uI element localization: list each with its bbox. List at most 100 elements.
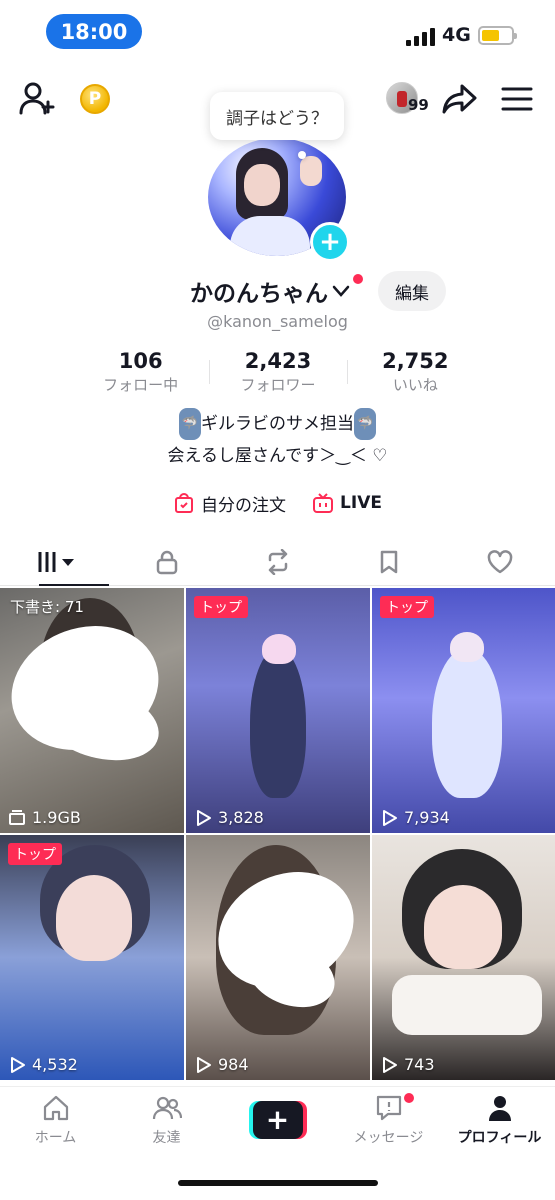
video-meta: 3,828 bbox=[194, 808, 264, 827]
my-orders-label: 自分の注文 bbox=[201, 495, 287, 516]
live-tv-icon bbox=[313, 493, 334, 513]
profile-icon bbox=[488, 1095, 511, 1121]
video-thumbnail-drafts[interactable]: 下書き: 71 1.9GB bbox=[0, 588, 184, 833]
home-indicator bbox=[178, 1180, 378, 1186]
folder-icon bbox=[9, 809, 25, 825]
tab-videos[interactable] bbox=[0, 538, 111, 586]
bubble-tail bbox=[298, 151, 306, 159]
stat-followers[interactable]: 2,423 フォロワー bbox=[209, 348, 346, 400]
drafts-label: 下書き: 71 bbox=[10, 598, 84, 616]
video-thumbnail[interactable]: 743 bbox=[372, 835, 555, 1080]
status-bar: 18:00 4G bbox=[0, 0, 555, 64]
signal-icon bbox=[406, 26, 436, 46]
profile-handle: @kanon_samelog bbox=[207, 312, 348, 331]
profile-tabs bbox=[0, 538, 555, 586]
tab-favorites[interactable] bbox=[333, 538, 444, 585]
add-avatar-plus-icon[interactable]: + bbox=[310, 222, 350, 262]
shopping-bag-icon bbox=[175, 493, 194, 513]
plus-icon: + bbox=[252, 1100, 303, 1139]
lock-icon bbox=[156, 550, 177, 574]
stat-likes-value: 2,752 bbox=[382, 349, 449, 373]
nav-profile-label: プロフィール bbox=[457, 1129, 542, 1146]
stat-following-label: フォロー中 bbox=[103, 376, 179, 394]
profile-bio: 🦈 ギルラビのサメ担当 🦈 会えるし屋さんです＞‿＜ ♡ bbox=[0, 408, 555, 472]
nav-friends-label: 友達 bbox=[152, 1129, 181, 1146]
tab-private[interactable] bbox=[111, 538, 222, 585]
edit-profile-button[interactable]: 編集 bbox=[378, 271, 446, 311]
status-bubble[interactable]: 調子はどう？ bbox=[210, 92, 344, 140]
play-icon bbox=[11, 1056, 25, 1073]
profile-links: 自分の注文 LIVE bbox=[0, 488, 555, 518]
share-icon[interactable] bbox=[442, 82, 478, 116]
live-link[interactable]: LIVE bbox=[312, 488, 382, 518]
stat-following[interactable]: 106 フォロー中 bbox=[72, 348, 209, 400]
drafts-size: 1.9GB bbox=[32, 808, 81, 827]
play-icon bbox=[383, 809, 397, 826]
grid-icon bbox=[38, 551, 74, 572]
nav-inbox-label: メッセージ bbox=[353, 1129, 424, 1146]
play-icon bbox=[197, 1056, 211, 1073]
bookmark-icon bbox=[380, 550, 397, 573]
play-icon bbox=[197, 809, 211, 826]
video-grid: 下書き: 71 1.9GB トップ 3,828 トップ 7,934 トップ 4,… bbox=[0, 588, 555, 1080]
repost-icon bbox=[268, 548, 287, 575]
menu-icon[interactable] bbox=[501, 86, 533, 112]
bio-line-1-text: ギルラビのサメ担当 bbox=[201, 414, 354, 434]
nav-profile[interactable]: プロフィール bbox=[444, 1087, 555, 1152]
view-count: 7,934 bbox=[404, 808, 450, 827]
video-meta: 1.9GB bbox=[8, 808, 81, 827]
stat-followers-value: 2,423 bbox=[244, 349, 312, 373]
video-meta: 4,532 bbox=[8, 1055, 78, 1074]
nav-friends[interactable]: 友達 bbox=[111, 1087, 222, 1152]
view-count: 3,828 bbox=[218, 808, 264, 827]
coin-icon[interactable]: P bbox=[80, 84, 110, 114]
video-thumbnail[interactable]: トップ 7,934 bbox=[372, 588, 555, 833]
pinned-badge: トップ bbox=[380, 596, 434, 618]
my-orders-link[interactable]: 自分の注文 bbox=[173, 488, 286, 518]
stat-followers-label: フォロワー bbox=[240, 376, 316, 394]
pinned-badge: トップ bbox=[8, 843, 62, 865]
bio-line-2: 会えるし屋さんです＞‿＜ ♡ bbox=[167, 446, 388, 466]
bio-line-1: 🦈 ギルラビのサメ担当 🦈 bbox=[0, 408, 555, 440]
home-icon bbox=[43, 1095, 68, 1120]
nav-home[interactable]: ホーム bbox=[0, 1087, 111, 1152]
stat-likes-label: いいね bbox=[392, 376, 438, 394]
video-thumbnail[interactable]: 984 bbox=[186, 835, 370, 1080]
nav-inbox[interactable]: メッセージ bbox=[333, 1087, 444, 1152]
message-icon bbox=[376, 1095, 401, 1120]
video-thumbnail[interactable]: トップ 4,532 bbox=[0, 835, 184, 1080]
battery-icon bbox=[478, 26, 517, 45]
friends-icon bbox=[152, 1096, 182, 1119]
status-time: 18:00 bbox=[46, 14, 142, 49]
inbox-badge bbox=[404, 1093, 415, 1103]
add-friend-icon[interactable] bbox=[18, 80, 56, 118]
nav-home-label: ホーム bbox=[34, 1129, 77, 1146]
video-meta: 7,934 bbox=[380, 808, 450, 827]
live-label: LIVE bbox=[340, 493, 382, 513]
tab-reposts[interactable] bbox=[222, 538, 333, 585]
shark-icon: 🦈 bbox=[178, 408, 201, 440]
bottom-nav: ホーム 友達 + メッセージ プロフィール bbox=[0, 1086, 555, 1152]
view-count: 743 bbox=[404, 1055, 435, 1074]
network-type: 4G bbox=[442, 24, 471, 46]
profile-visitor-count: 99 bbox=[408, 96, 429, 114]
shark-icon: 🦈 bbox=[354, 408, 377, 440]
stat-likes[interactable]: 2,752 いいね bbox=[346, 348, 484, 400]
play-icon bbox=[383, 1056, 397, 1073]
video-meta: 984 bbox=[194, 1055, 249, 1074]
view-count: 984 bbox=[218, 1055, 249, 1074]
heart-icon bbox=[487, 549, 512, 573]
stat-following-value: 106 bbox=[118, 349, 163, 373]
nav-create[interactable]: + bbox=[222, 1087, 333, 1152]
view-count: 4,532 bbox=[32, 1055, 78, 1074]
pinned-badge: トップ bbox=[194, 596, 248, 618]
notification-dot bbox=[353, 274, 363, 284]
tab-liked[interactable] bbox=[444, 538, 555, 585]
create-button[interactable]: + bbox=[248, 1100, 307, 1139]
profile-name: かのんちゃん bbox=[190, 281, 328, 307]
profile-stats: 106 フォロー中 2,423 フォロワー 2,752 いいね bbox=[72, 348, 484, 400]
chevron-down-icon bbox=[332, 285, 350, 297]
profile-name-row[interactable]: かのんちゃん bbox=[190, 272, 350, 310]
video-meta: 743 bbox=[380, 1055, 435, 1074]
video-thumbnail[interactable]: トップ 3,828 bbox=[186, 588, 370, 833]
